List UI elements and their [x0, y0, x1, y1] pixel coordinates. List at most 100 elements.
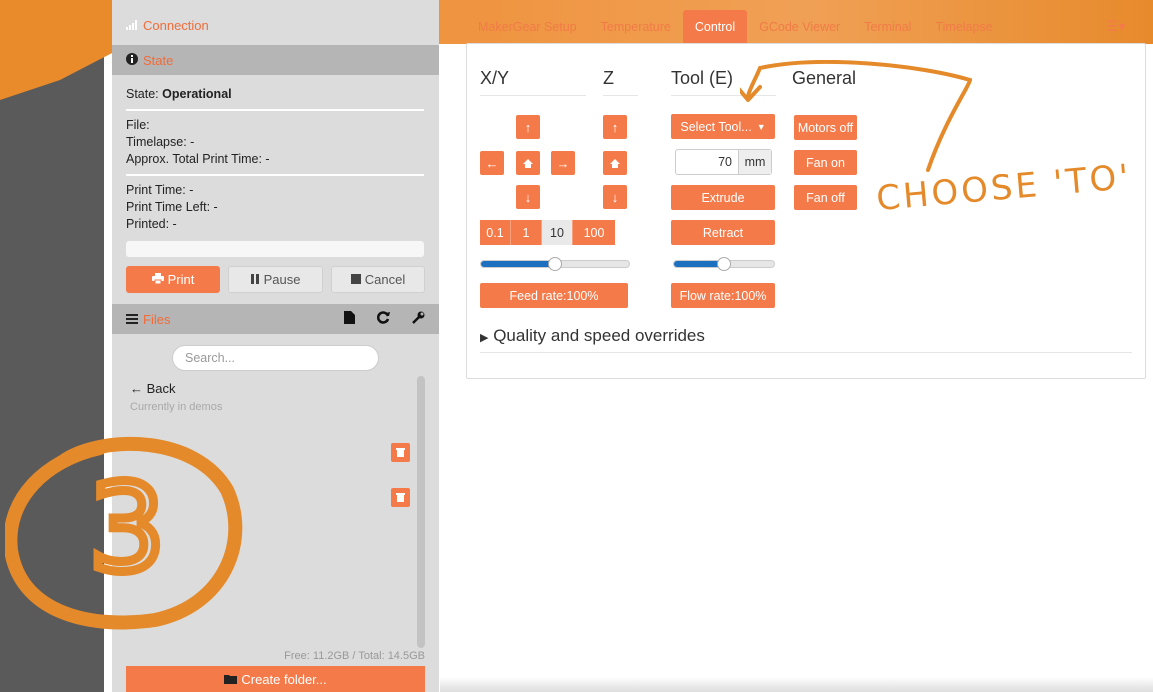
info-icon — [126, 52, 138, 68]
feed-rate-slider-handle[interactable] — [548, 257, 562, 271]
state-title: State — [143, 52, 174, 68]
files-toolbar — [344, 311, 425, 327]
print-progress-bar — [126, 241, 424, 257]
cancel-button-label: Cancel — [364, 272, 406, 287]
arrow-down-icon: ↓ — [611, 189, 619, 205]
back-label: Back — [146, 381, 176, 396]
print-time-left-line: Print Time Left: - — [126, 200, 218, 214]
files-title: Files — [143, 311, 171, 327]
pause-button-label: Pause — [263, 272, 301, 287]
quality-overrides-label: Quality and speed overrides — [493, 326, 705, 345]
trash-icon — [396, 445, 405, 460]
create-folder-button[interactable]: Create folder... — [126, 666, 425, 692]
tab-gcode-viewer[interactable]: GCode Viewer — [747, 10, 852, 44]
fan-on-button[interactable]: Fan on — [794, 150, 857, 175]
select-tool-label: Select Tool... — [680, 119, 752, 134]
divider — [480, 95, 586, 96]
wrench-icon[interactable] — [412, 311, 425, 327]
delete-file-button[interactable] — [391, 488, 410, 507]
jog-y-minus-button[interactable]: ↓ — [516, 185, 540, 209]
print-controls: Print Pause Cancel — [126, 266, 425, 293]
arrow-down-icon: ↓ — [524, 189, 532, 205]
current-folder-text: Currently in demos — [130, 401, 223, 413]
main-tabs: MakerGear Setup Temperature Control GCod… — [466, 10, 1005, 44]
back-link[interactable]: ← Back — [130, 381, 176, 396]
refresh-icon[interactable] — [376, 311, 390, 327]
files-header[interactable]: Files — [112, 304, 439, 334]
printer-icon — [151, 272, 164, 287]
state-body: State: Operational File: Timelapse: - Ap… — [126, 86, 424, 257]
fan-off-button[interactable]: Fan off — [794, 185, 857, 210]
flow-rate-slider-handle[interactable] — [717, 257, 731, 271]
files-scrollbar[interactable] — [417, 376, 425, 648]
divider — [480, 352, 1132, 353]
files-search-input[interactable]: Search... — [172, 345, 379, 371]
approx-time-line: Approx. Total Print Time: - — [126, 152, 270, 166]
tab-makergear-setup[interactable]: MakerGear Setup — [466, 10, 589, 44]
step-1-button[interactable]: 1 — [511, 220, 542, 245]
pause-icon — [250, 272, 260, 287]
step-10-button[interactable]: 10 — [542, 220, 573, 245]
folder-icon — [224, 672, 238, 687]
home-icon — [610, 156, 620, 171]
flow-rate-button[interactable]: Flow rate:100% — [671, 283, 775, 308]
tab-temperature[interactable]: Temperature — [589, 10, 683, 44]
jog-y-plus-button[interactable]: ↑ — [516, 115, 540, 139]
signal-icon — [126, 18, 138, 33]
state-header[interactable]: State — [112, 45, 439, 75]
arrow-up-icon: ↑ — [524, 119, 532, 135]
trash-icon — [396, 490, 405, 505]
state-line: State: Operational — [126, 86, 424, 103]
menu-dropdown-icon[interactable]: ☰▾ — [1106, 18, 1126, 35]
jog-x-plus-button[interactable]: → — [551, 151, 575, 175]
arrow-up-icon: ↑ — [611, 119, 619, 135]
print-button[interactable]: Print — [126, 266, 220, 293]
tool-header: Tool (E) — [671, 68, 734, 88]
state-value: Operational — [162, 87, 232, 101]
quality-overrides-toggle[interactable]: ▶ Quality and speed overrides — [480, 326, 705, 346]
extrude-amount-value[interactable]: 70 — [676, 150, 738, 174]
extrude-button[interactable]: Extrude — [671, 185, 775, 210]
caret-down-icon: ▼ — [756, 121, 766, 132]
home-icon — [523, 156, 533, 171]
step-100-button[interactable]: 100 — [573, 220, 615, 245]
motors-off-button[interactable]: Motors off — [794, 115, 857, 140]
home-z-button[interactable] — [603, 151, 627, 175]
print-button-label: Print — [167, 272, 195, 287]
jog-z-minus-button[interactable]: ↓ — [603, 185, 627, 209]
disk-space-text: Free: 11.2GB / Total: 14.5GB — [284, 650, 425, 662]
cancel-button[interactable]: Cancel — [331, 266, 425, 293]
divider — [603, 95, 638, 96]
delete-file-button[interactable] — [391, 443, 410, 462]
feed-rate-slider[interactable] — [480, 257, 630, 271]
jog-z-plus-button[interactable]: ↑ — [603, 115, 627, 139]
general-header: General — [792, 68, 857, 88]
jog-distance-selector: 0.1 1 10 100 — [480, 220, 615, 245]
tab-timelapse[interactable]: Timelapse — [923, 10, 1004, 44]
divider — [126, 109, 424, 111]
sidebar: Connection State State: Operational File… — [112, 0, 439, 692]
select-tool-dropdown[interactable]: Select Tool... ▼ — [671, 114, 775, 139]
arrow-right-icon: → — [556, 155, 570, 171]
create-folder-label: Create folder... — [241, 671, 327, 687]
flow-rate-slider[interactable] — [673, 257, 775, 271]
extrude-amount-field[interactable]: 70 mm — [675, 149, 772, 175]
tab-control[interactable]: Control — [682, 10, 748, 44]
z-header: Z — [603, 68, 614, 88]
timelapse-line: Timelapse: - — [126, 135, 195, 149]
step-0-1-button[interactable]: 0.1 — [480, 220, 511, 245]
jog-x-minus-button[interactable]: ← — [480, 151, 504, 175]
divider — [126, 174, 424, 176]
file-icon[interactable] — [344, 311, 355, 327]
connection-header[interactable]: Connection — [112, 10, 439, 40]
feed-rate-slider-fill — [481, 261, 555, 267]
bottom-brush-edge — [440, 677, 1153, 692]
arrow-left-icon: ← — [130, 381, 143, 396]
home-xy-button[interactable] — [516, 151, 540, 175]
feed-rate-button[interactable]: Feed rate:100% — [480, 283, 628, 308]
retract-button[interactable]: Retract — [671, 220, 775, 245]
pause-button[interactable]: Pause — [228, 266, 323, 293]
arrow-left-icon: ← — [485, 155, 499, 171]
connection-title: Connection — [143, 17, 209, 33]
tab-terminal[interactable]: Terminal — [852, 10, 923, 44]
